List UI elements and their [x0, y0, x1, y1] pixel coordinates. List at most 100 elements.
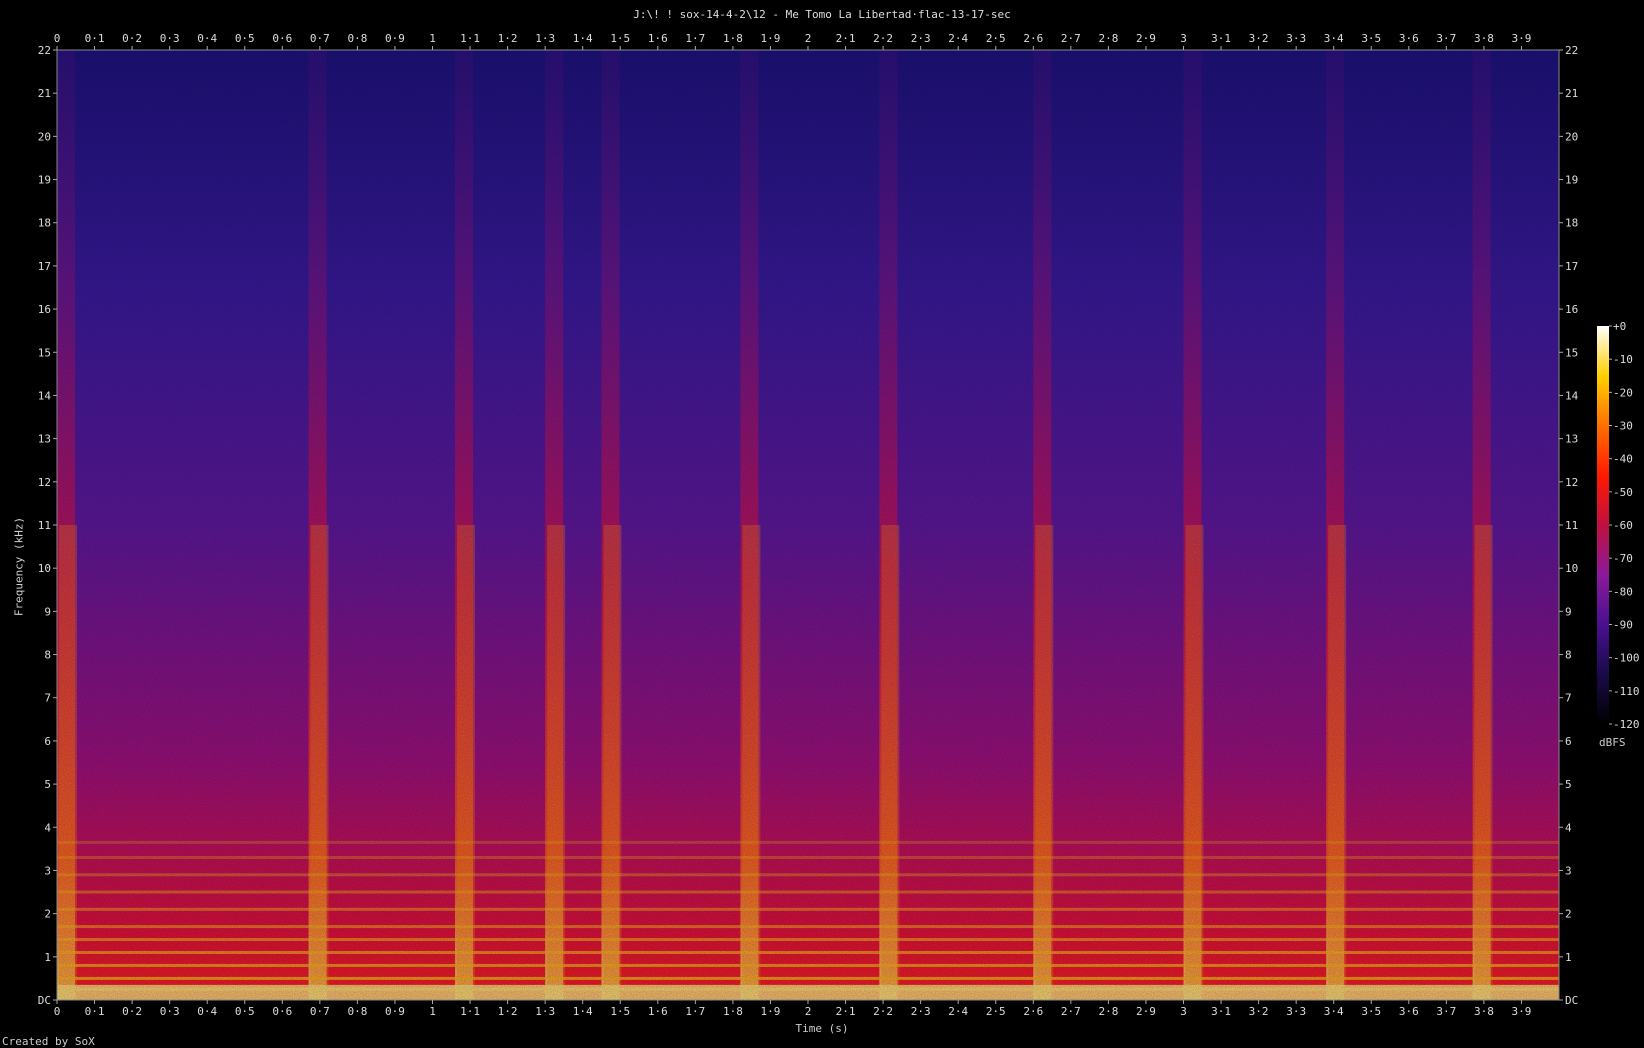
x-tick-label-bottom-23: 2·3	[911, 1005, 931, 1018]
x-tick-label-bottom-10: 1	[429, 1005, 436, 1018]
y-tick-label-right-14: 14	[1565, 389, 1579, 402]
y-tick-label-left-22: 22	[38, 44, 51, 57]
y-tick-label-left-11: 11	[38, 519, 51, 532]
x-tick-label-bottom-16: 1·6	[648, 1005, 668, 1018]
x-tick-label-bottom-22: 2·2	[873, 1005, 893, 1018]
y-tick-label-right-5: 5	[1565, 778, 1572, 791]
x-tick-label-top-11: 1·1	[460, 32, 480, 45]
x-tick-label-top-24: 2·4	[948, 32, 968, 45]
x-tick-label-bottom-27: 2·7	[1061, 1005, 1081, 1018]
x-tick-label-top-27: 2·7	[1061, 32, 1081, 45]
colorbar-tick-label-11: -110	[1613, 685, 1640, 698]
x-tick-label-bottom-31: 3·1	[1211, 1005, 1231, 1018]
y-tick-label-left-21: 21	[38, 87, 51, 100]
x-tick-label-bottom-36: 3·6	[1399, 1005, 1419, 1018]
x-tick-label-bottom-18: 1·8	[723, 1005, 743, 1018]
x-tick-label-top-1: 0·1	[85, 32, 105, 45]
x-tick-label-bottom-15: 1·5	[610, 1005, 630, 1018]
y-tick-label-right-9: 9	[1565, 605, 1572, 618]
x-tick-label-top-36: 3·6	[1399, 32, 1419, 45]
y-tick-label-left-3: 3	[44, 864, 51, 877]
colorbar-tick-label-8: -80	[1613, 585, 1633, 598]
x-tick-label-top-19: 1·9	[761, 32, 781, 45]
x-tick-label-bottom-0: 0	[54, 1005, 61, 1018]
y-tick-label-right-10: 10	[1565, 562, 1578, 575]
x-tick-label-top-26: 2·6	[1023, 32, 1043, 45]
colorbar-tick-label-9: -90	[1613, 619, 1633, 632]
x-tick-label-top-15: 1·5	[610, 32, 630, 45]
x-tick-label-bottom-13: 1·3	[535, 1005, 555, 1018]
y-tick-label-left-12: 12	[38, 476, 51, 489]
x-tick-label-bottom-25: 2·5	[986, 1005, 1006, 1018]
y-tick-label-right-11: 11	[1565, 519, 1578, 532]
y-tick-label-right-19: 19	[1565, 174, 1578, 187]
colorbar-tick-label-10: -100	[1613, 652, 1640, 665]
y-tick-label-right-8: 8	[1565, 649, 1572, 662]
y-tick-label-right-22: 22	[1565, 44, 1578, 57]
x-tick-label-top-35: 3·5	[1361, 32, 1381, 45]
colorbar-tick-label-6: -60	[1613, 519, 1633, 532]
x-tick-label-bottom-2: 0·2	[122, 1005, 142, 1018]
x-tick-label-top-10: 1	[429, 32, 436, 45]
y-tick-label-left-17: 17	[38, 260, 51, 273]
x-tick-label-top-31: 3·1	[1211, 32, 1231, 45]
x-tick-label-top-14: 1·4	[573, 32, 593, 45]
x-tick-label-top-20: 2	[805, 32, 812, 45]
x-tick-label-top-18: 1·8	[723, 32, 743, 45]
colorbar-tick-label-7: -70	[1613, 552, 1633, 565]
colorbar-tick-label-2: -20	[1613, 386, 1633, 399]
x-tick-label-top-29: 2·9	[1136, 32, 1156, 45]
x-tick-label-top-3: 0·3	[160, 32, 180, 45]
x-tick-label-top-0: 0	[54, 32, 61, 45]
x-tick-label-top-32: 3·2	[1249, 32, 1269, 45]
x-tick-label-top-23: 2·3	[911, 32, 931, 45]
x-tick-label-bottom-37: 3·7	[1436, 1005, 1456, 1018]
y-tick-label-left-19: 19	[38, 174, 51, 187]
x-tick-label-bottom-32: 3·2	[1249, 1005, 1269, 1018]
x-tick-label-top-6: 0·6	[272, 32, 292, 45]
noise-texture	[57, 50, 1559, 1000]
x-tick-label-bottom-20: 2	[805, 1005, 812, 1018]
x-tick-label-top-12: 1·2	[498, 32, 518, 45]
y-tick-label-left-5: 5	[44, 778, 51, 791]
x-tick-label-bottom-33: 3·3	[1286, 1005, 1306, 1018]
x-tick-label-top-16: 1·6	[648, 32, 668, 45]
x-tick-label-bottom-38: 3·8	[1474, 1005, 1494, 1018]
colorbar-gradient	[1597, 326, 1609, 724]
x-tick-label-bottom-24: 2·4	[948, 1005, 968, 1018]
x-tick-label-bottom-8: 0·8	[347, 1005, 367, 1018]
colorbar-tick-label-1: -10	[1613, 353, 1633, 366]
y-tick-label-left-0: DC	[38, 994, 51, 1007]
x-tick-label-bottom-1: 0·1	[85, 1005, 105, 1018]
y-tick-label-left-20: 20	[38, 130, 51, 143]
x-tick-label-top-17: 1·7	[685, 32, 705, 45]
y-tick-label-right-0: DC	[1565, 994, 1578, 1007]
y-tick-label-left-13: 13	[38, 433, 51, 446]
y-tick-label-right-17: 17	[1565, 260, 1578, 273]
x-tick-label-top-13: 1·3	[535, 32, 555, 45]
y-tick-label-right-12: 12	[1565, 476, 1578, 489]
colorbar-tick-label-0: +0	[1613, 320, 1626, 333]
x-tick-label-top-30: 3	[1180, 32, 1187, 45]
x-tick-label-top-37: 3·7	[1436, 32, 1456, 45]
y-tick-label-left-6: 6	[44, 735, 51, 748]
y-tick-label-right-4: 4	[1565, 821, 1572, 834]
y-tick-label-right-16: 16	[1565, 303, 1578, 316]
x-tick-label-bottom-28: 2·8	[1098, 1005, 1118, 1018]
x-tick-label-top-9: 0·9	[385, 32, 405, 45]
spectrogram-chart: 0 0 0·1 0·1 0·2 0·2 0·3 0·3 0·4 0·4 0·5 0·5 0·6 0·6 0·…	[38, 32, 1640, 1018]
x-tick-label-bottom-34: 3·4	[1324, 1005, 1344, 1018]
x-tick-label-bottom-35: 3·5	[1361, 1005, 1381, 1018]
y-tick-label-right-18: 18	[1565, 217, 1578, 230]
y-tick-label-right-20: 20	[1565, 130, 1578, 143]
x-tick-label-top-21: 2·1	[836, 32, 856, 45]
y-tick-label-right-13: 13	[1565, 433, 1578, 446]
x-tick-label-top-25: 2·5	[986, 32, 1006, 45]
x-tick-label-top-39: 3·9	[1512, 32, 1532, 45]
x-tick-label-top-33: 3·3	[1286, 32, 1306, 45]
x-tick-label-bottom-12: 1·2	[498, 1005, 518, 1018]
y-tick-label-left-10: 10	[38, 562, 51, 575]
y-tick-label-left-9: 9	[44, 605, 51, 618]
x-tick-label-bottom-3: 0·3	[160, 1005, 180, 1018]
colorbar-tick-label-3: -30	[1613, 420, 1633, 433]
